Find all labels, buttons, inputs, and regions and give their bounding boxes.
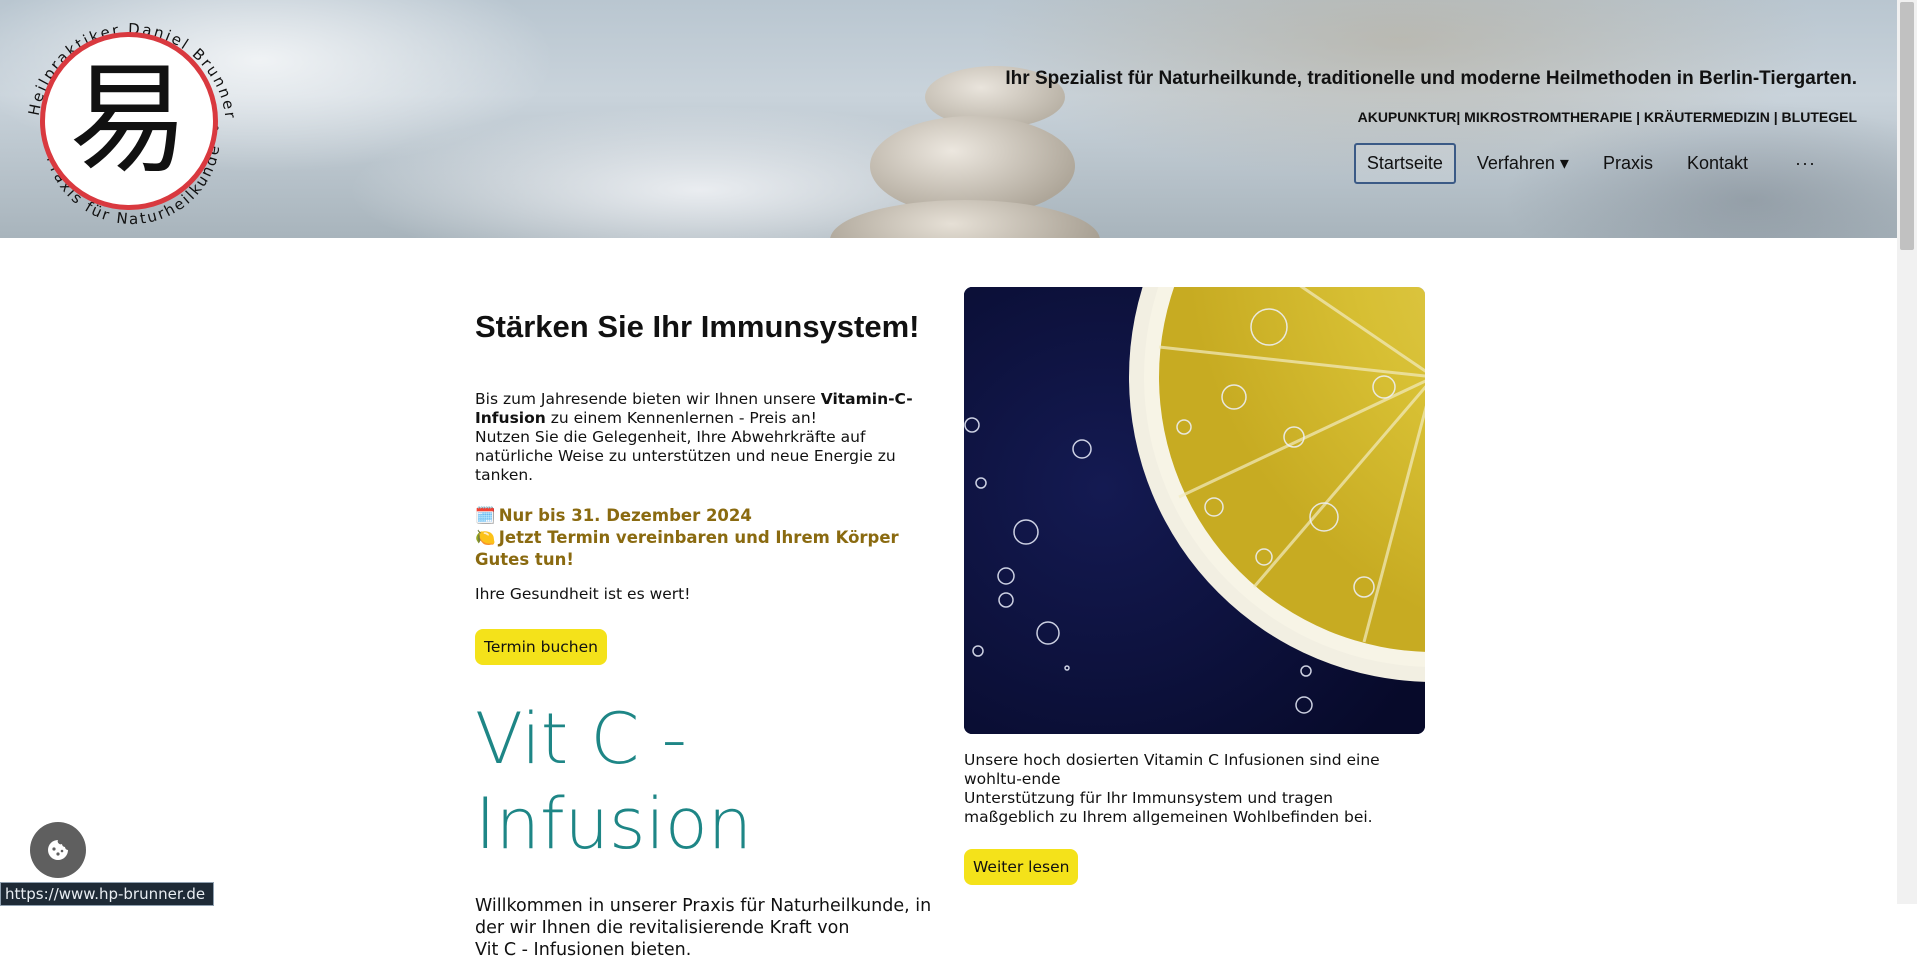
nav-more-menu[interactable]: ··· (1769, 143, 1842, 184)
welcome-text-main: Willkommen in unserer Praxis für Naturhe… (475, 896, 932, 938)
section-title-line1: Vit C - (475, 698, 687, 780)
main-nav: Startseite Verfahren ▾ Praxis Kontakt ··… (1353, 143, 1842, 184)
section-title: Vit C - Infusion (475, 697, 935, 867)
health-note: Ihre Gesundheit ist es wert! (475, 585, 691, 603)
intro-text-start: Bis zum Jahresende bieten wir Ihnen unse… (475, 390, 821, 408)
vitc-description-line1: Unsere hoch dosierten Vitamin C Infusion… (964, 751, 1380, 788)
promo-date-text: Nur bis 31. Dezember 2024 (498, 506, 752, 525)
content-left: Stärken Sie Ihr Immunsystem! Bis zum Jah… (475, 285, 935, 961)
nav-item-kontakt[interactable]: Kontakt (1674, 143, 1761, 184)
scrollbar-thumb[interactable] (1900, 2, 1914, 250)
site-tagline: Ihr Spezialist für Naturheilkunde, tradi… (1005, 68, 1857, 89)
nav-item-verfahren[interactable]: Verfahren ▾ (1464, 143, 1582, 184)
intro-text-end: zu einem Kennenlernen - Preis an! (545, 409, 817, 427)
logo-glyph: 易 (69, 51, 189, 190)
promo-line-cta: 🍋 Jetzt Termin vereinbaren und Ihrem Kör… (475, 527, 935, 571)
calendar-icon: 🗓️ (475, 506, 496, 525)
stone (830, 200, 1100, 238)
lemon-icon: 🍋 (475, 528, 496, 547)
cookie-icon (48, 840, 68, 860)
lemon-illustration (964, 287, 1425, 734)
status-bar-url: https://www.hp-brunner.de (0, 882, 215, 906)
header-banner: Heilpraktiker Daniel Brunner Praxis für … (0, 0, 1897, 238)
nav-item-praxis[interactable]: Praxis (1590, 143, 1666, 184)
book-appointment-button[interactable]: Termin buchen (475, 629, 607, 665)
lemon-photo (964, 287, 1425, 734)
promo-block: 🗓️ Nur bis 31. Dezember 2024 🍋 Jetzt Ter… (475, 505, 935, 571)
nav-item-startseite[interactable]: Startseite (1353, 143, 1456, 184)
page-heading: Stärken Sie Ihr Immunsystem! (475, 309, 920, 344)
promo-line-date: 🗓️ Nur bis 31. Dezember 2024 (475, 505, 935, 527)
intro-text: Bis zum Jahresende bieten wir Ihnen unse… (475, 390, 935, 485)
content-right: Unsere hoch dosierten Vitamin C Infusion… (964, 287, 1425, 885)
promo-cta-text: Jetzt Termin vereinbaren und Ihrem Körpe… (475, 528, 899, 569)
services-list: AKUPUNKTUR| MIKROSTROMTHERAPIE | KRÄUTER… (1357, 109, 1857, 125)
vitc-description-line2: Unterstützung für Ihr Immunsystem und tr… (964, 789, 1373, 826)
read-more-button[interactable]: Weiter lesen (964, 849, 1079, 885)
vitc-description: Unsere hoch dosierten Vitamin C Infusion… (964, 751, 1425, 827)
welcome-text-end: Vit C - Infusionen bieten. (475, 940, 692, 960)
cookie-settings-button[interactable] (30, 822, 86, 878)
welcome-text: Willkommen in unserer Praxis für Naturhe… (475, 895, 935, 961)
section-title-line2: Infusion (475, 783, 753, 865)
site-logo[interactable]: Heilpraktiker Daniel Brunner Praxis für … (18, 10, 246, 238)
intro-text-line2: Nutzen Sie die Gelegenheit, Ihre Abwehrk… (475, 428, 896, 484)
page-scrollbar[interactable] (1897, 0, 1917, 904)
